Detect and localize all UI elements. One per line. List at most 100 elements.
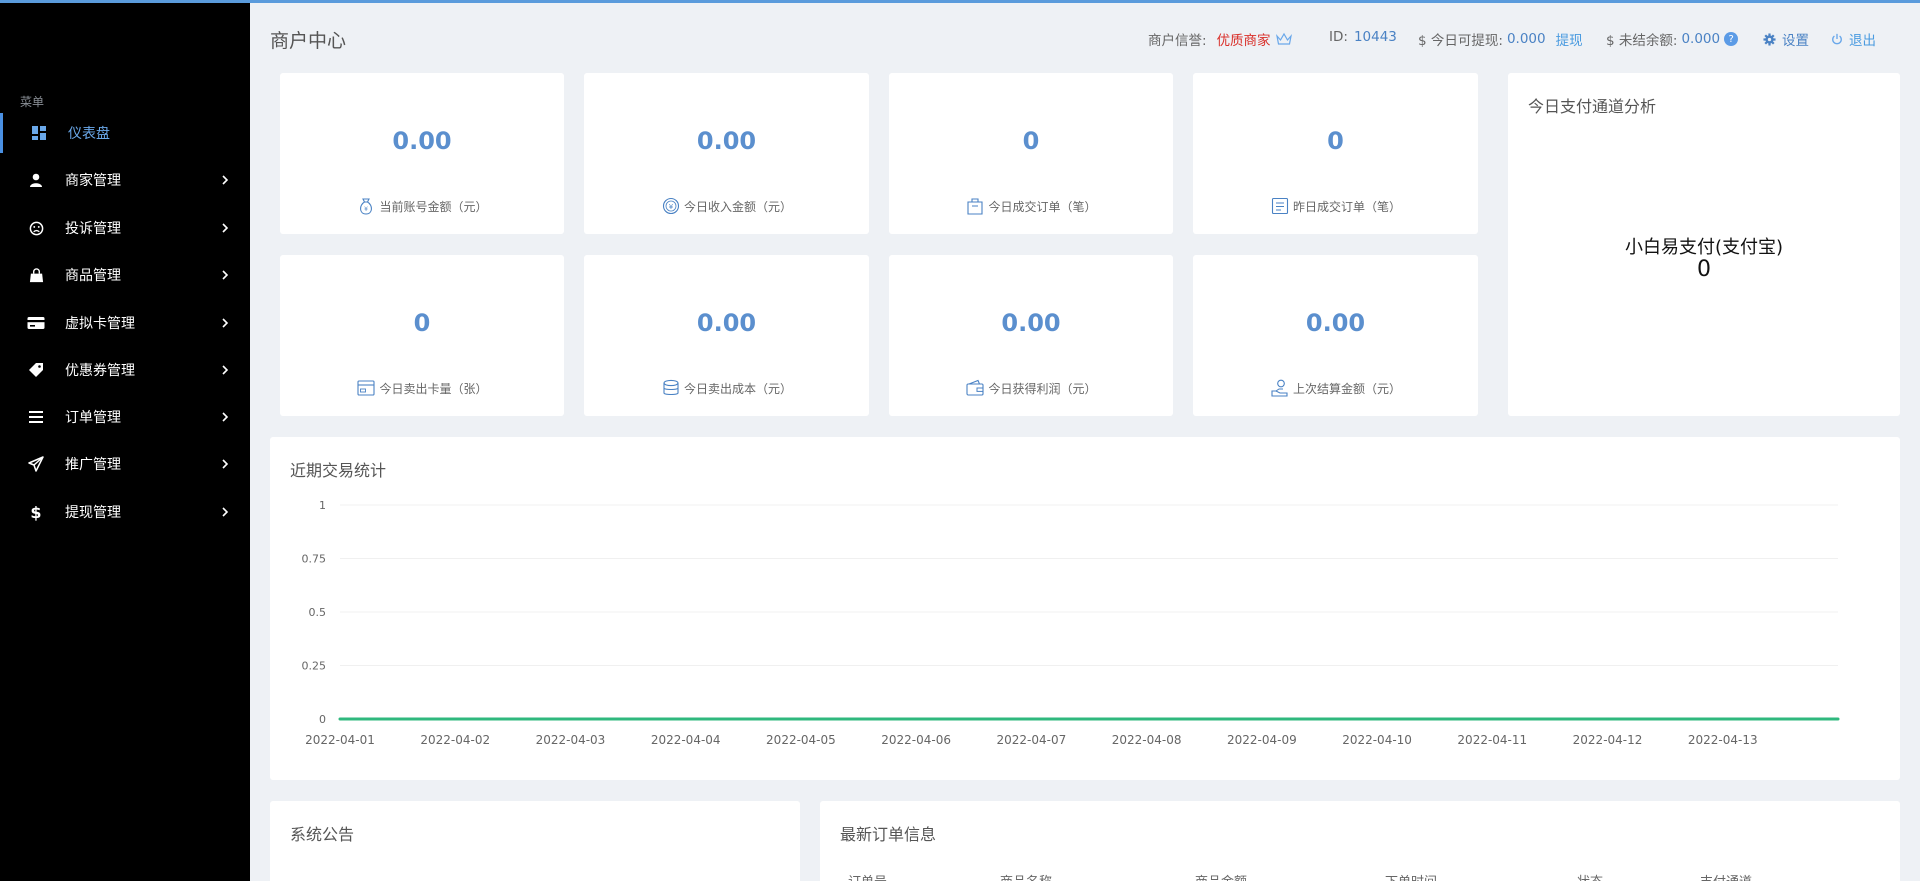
panel-title: 系统公告	[290, 825, 355, 844]
column-header: 订单号	[848, 871, 887, 881]
y-tick-label: 0.5	[309, 606, 327, 619]
stat-card-cost-sold: 0.00 今日卖出成本（元）	[584, 255, 869, 416]
orders-panel: 最新订单信息 订单号 商品名称 商品金额 下单时间 状态 支付通道	[820, 801, 1900, 881]
unsettled-value: 0.000	[1681, 31, 1721, 47]
stat-card-last-settlement: 0.00 上次结算金额（元）	[1193, 255, 1478, 416]
stat-label: 今日获得利润（元）	[988, 381, 1097, 396]
crown-icon	[1275, 32, 1292, 45]
sidebar-item-label: 虚拟卡管理	[65, 316, 135, 332]
sidebar-item-label: 提现管理	[65, 505, 121, 521]
trend-chart: 0 0.25 0.5 0.75 1 2022-04-01 2022-04-02 2022-04…	[302, 499, 1840, 747]
data-point	[1836, 717, 1840, 721]
withdrawable-label: $ 今日可提现:	[1418, 33, 1503, 49]
power-icon	[1832, 33, 1842, 45]
data-point	[453, 717, 457, 721]
settings-button[interactable]: 设置	[1763, 29, 1809, 49]
sidebar-item-complaints[interactable]: 投诉管理	[0, 208, 250, 248]
stat-value: 0	[1022, 127, 1040, 155]
pay-channel-name: 小白易支付(支付宝)	[1624, 237, 1784, 258]
stat-label-row: ¥ 今日收入金额（元）	[584, 196, 869, 216]
x-tick-label: 2022-04-09	[1227, 733, 1297, 747]
y-tick-label: 0.25	[302, 660, 327, 673]
x-tick-label: 2022-04-10	[1342, 733, 1412, 747]
credit-label: 商户信誉:	[1148, 33, 1207, 49]
stat-label-row: ¥ 当前账号金额（元）	[280, 196, 564, 216]
x-tick-label: 2022-04-08	[1112, 733, 1182, 747]
sidebar-item-coupons[interactable]: 优惠券管理	[0, 350, 250, 390]
card-icon	[357, 380, 376, 396]
sidebar-item-promotion[interactable]: 推广管理	[0, 444, 250, 484]
svg-text:¥: ¥	[669, 203, 674, 211]
page-title: 商户中心	[270, 30, 347, 52]
data-point	[1145, 717, 1149, 721]
sidebar-item-dashboard[interactable]: 仪表盘	[0, 113, 250, 153]
stat-card-yesterday-orders: 0 昨日成交订单（笔）	[1193, 73, 1478, 234]
data-point	[1606, 717, 1610, 721]
wallet-icon	[966, 379, 985, 396]
stat-value: 0.00	[696, 127, 757, 155]
stat-label-row: 今日获得利润（元）	[889, 378, 1173, 398]
stat-value: 0.00	[1001, 309, 1061, 337]
data-point	[338, 717, 342, 721]
chevron-right-icon	[222, 365, 229, 375]
stat-label: 今日卖出成本（元）	[683, 381, 792, 396]
stat-value: 0.00	[392, 127, 452, 155]
credit-value: 优质商家	[1216, 33, 1271, 49]
sidebar-item-orders[interactable]: 订单管理	[0, 397, 250, 437]
settings-label: 设置	[1782, 33, 1809, 49]
stat-label: 当前账号金额（元）	[379, 199, 488, 214]
id-label: ID:	[1329, 29, 1348, 45]
stat-card-today-income: 0.00 ¥ 今日收入金额（元）	[584, 73, 869, 234]
column-header: 商品金额	[1195, 871, 1247, 881]
stat-label: 今日卖出卡量（张）	[379, 381, 488, 396]
stat-label-row: 昨日成交订单（笔）	[1193, 196, 1478, 216]
column-header: 状态	[1577, 871, 1603, 881]
x-tick-label: 2022-04-03	[536, 733, 606, 747]
sidebar-item-products[interactable]: 商品管理	[0, 255, 250, 295]
x-tick-label: 2022-04-04	[651, 733, 721, 747]
chevron-right-icon	[222, 175, 229, 185]
sidebar-item-label: 仪表盘	[68, 126, 110, 142]
stat-label: 上次结算金额（元）	[1292, 381, 1401, 396]
pay-channel-count: 0	[1697, 257, 1711, 282]
stat-card-cards-sold: 0 今日卖出卡量（张）	[280, 255, 564, 416]
sidebar-item-label: 投诉管理	[65, 221, 121, 237]
sidebar-item-withdrawals[interactable]: $ 提现管理	[0, 492, 250, 532]
coins-stack-icon	[663, 379, 679, 396]
data-point	[684, 717, 688, 721]
x-tick-label: 2022-04-12	[1573, 733, 1643, 747]
user-icon	[27, 171, 45, 189]
logout-label: 退出	[1849, 33, 1876, 49]
stat-card-today-orders: 0 今日成交订单（笔）	[889, 73, 1173, 234]
x-tick-label: 2022-04-07	[997, 733, 1067, 747]
credit-card-icon	[27, 314, 45, 332]
panel-title: 最新订单信息	[840, 825, 937, 844]
x-tick-label: 2022-04-06	[881, 733, 951, 747]
merchant-credit: 商户信誉: 优质商家	[1148, 29, 1292, 49]
top-accent-bar	[0, 0, 1920, 3]
withdrawable-today: $ 今日可提现: 0.000 提现	[1418, 29, 1583, 49]
hand-coin-icon	[1271, 379, 1288, 397]
chevron-right-icon	[222, 318, 229, 328]
chevron-right-icon	[222, 459, 229, 469]
column-header: 商品名称	[1000, 871, 1052, 881]
stat-label: 今日成交订单（笔）	[988, 199, 1097, 214]
logout-button[interactable]: 退出	[1831, 29, 1876, 49]
money-bag-icon: ¥	[360, 198, 373, 215]
sidebar-item-merchants[interactable]: 商家管理	[0, 160, 250, 200]
help-icon[interactable]: ?	[1724, 32, 1739, 46]
x-tick-label: 2022-04-05	[766, 733, 836, 747]
stat-label-row: 上次结算金额（元）	[1193, 378, 1478, 398]
withdraw-link[interactable]: 提现	[1556, 29, 1583, 49]
gear-icon	[1763, 32, 1776, 46]
sidebar-item-virtual-cards[interactable]: 虚拟卡管理	[0, 303, 250, 343]
stat-value: 0	[1327, 127, 1344, 155]
stat-label: 今日收入金额（元）	[683, 199, 792, 214]
panel-title: 今日支付通道分析	[1528, 97, 1657, 116]
stat-value: 0.00	[1305, 309, 1366, 337]
chevron-right-icon	[222, 223, 229, 233]
id-value: 10443	[1353, 29, 1397, 45]
data-point	[1029, 717, 1033, 721]
withdrawable-value: 0.000	[1506, 31, 1546, 47]
sidebar-item-label: 订单管理	[65, 410, 121, 426]
